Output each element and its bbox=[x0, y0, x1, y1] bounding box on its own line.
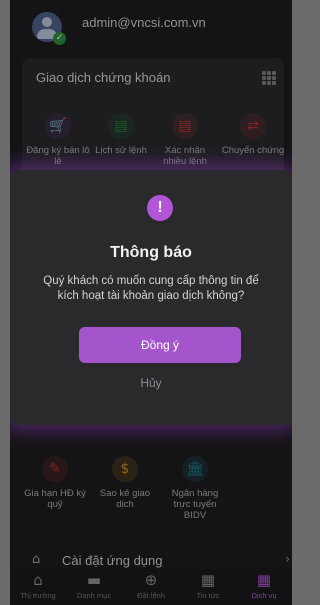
cancel-button[interactable]: Hủy bbox=[10, 376, 292, 390]
alert-icon: ! bbox=[147, 195, 173, 221]
app-screen: ✓ admin@vncsi.com.vn Giao dịch chứng kho… bbox=[10, 0, 292, 605]
agree-button[interactable]: Đồng ý bbox=[79, 327, 241, 363]
dialog-message: Quý khách có muốn cung cấp thông tin để … bbox=[43, 275, 259, 302]
dialog-title: Thông báo bbox=[110, 244, 192, 261]
notification-dialog: ! Thông báo Quý khách có muốn cung cấp t… bbox=[10, 170, 292, 425]
